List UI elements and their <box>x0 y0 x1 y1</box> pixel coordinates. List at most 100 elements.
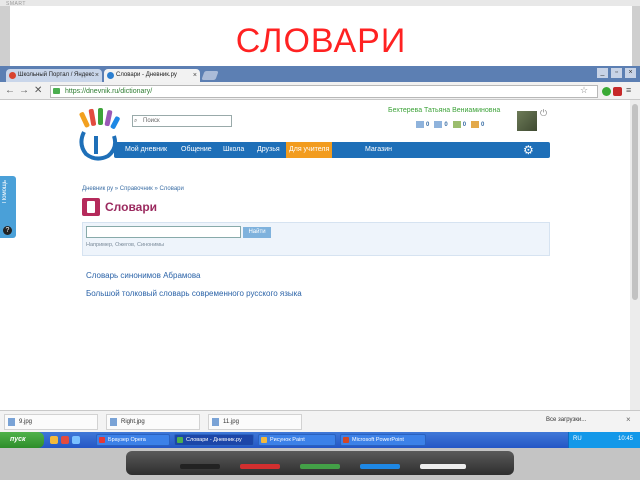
events-icon <box>471 121 480 128</box>
taskbar-item-browser[interactable]: Словари - Дневник.ру <box>174 434 254 446</box>
browser-toolbar: ← → ✕ https://dnevnik.ru/dictionary/ ☆ ≡ <box>0 82 640 100</box>
help-question-icon: ? <box>3 226 12 235</box>
friends-counter[interactable]: 0 <box>452 121 467 128</box>
task-label: Браузер Opera <box>108 437 146 443</box>
invites-icon <box>434 121 443 128</box>
counter-value: 0 <box>444 121 448 128</box>
counter-value: 0 <box>426 121 430 128</box>
maximize-button[interactable]: ▫ <box>611 68 622 78</box>
slide-title: СЛОВАРИ <box>235 22 407 60</box>
black-pen[interactable] <box>180 464 220 469</box>
tab-close-icon[interactable]: × <box>95 69 99 82</box>
lock-icon <box>53 88 60 94</box>
site-search-input[interactable]: Поиск <box>132 115 232 127</box>
download-item[interactable]: Right.jpg <box>106 414 200 430</box>
counter-value: 0 <box>481 121 485 128</box>
notification-counters: 0 0 0 0 <box>416 121 484 128</box>
green-pen[interactable] <box>300 464 340 469</box>
start-button[interactable]: пуск <box>0 432 44 448</box>
windows-taskbar: пуск Браузер Opera Словари - Дневник.ру … <box>0 432 640 448</box>
browser-tabstrip: Школьный Портал / Яндекс × Словари - Дне… <box>0 66 640 82</box>
close-downloads-icon[interactable]: × <box>626 415 631 424</box>
show-all-downloads-link[interactable]: Все загрузки... <box>546 417 586 423</box>
download-item[interactable]: 11.jpg <box>208 414 302 430</box>
friends-icon <box>452 121 461 128</box>
breadcrumb[interactable]: Дневник ру » Справочник » Словари <box>82 186 184 192</box>
help-label: Помощь <box>2 180 8 204</box>
main-navigation: Мой дневник Общение Школа Друзья Для учи… <box>114 142 550 158</box>
help-tab[interactable]: Помощь ? <box>0 176 16 238</box>
quick-launch-icon[interactable] <box>50 436 58 444</box>
nav-shop[interactable]: Магазин <box>362 142 395 158</box>
tab-dictionaries[interactable]: Словари - Дневник.ру × <box>104 69 200 82</box>
language-indicator[interactable]: RU <box>573 436 582 442</box>
quick-launch-icon[interactable] <box>72 436 80 444</box>
user-name-link[interactable]: Бехтерева Татьяна Вениаминовна <box>388 107 500 114</box>
clock: 10:45 <box>618 436 634 442</box>
red-pen[interactable] <box>240 464 280 469</box>
task-label: Словари - Дневник.ру <box>186 437 242 443</box>
search-icon: ⌕ <box>134 118 138 124</box>
forward-arrow-icon[interactable]: → <box>19 85 29 97</box>
logout-power-icon[interactable]: ⏻ <box>540 108 547 119</box>
events-counter[interactable]: 0 <box>471 121 484 128</box>
paint-icon <box>261 437 267 443</box>
taskbar-item-powerpoint[interactable]: Microsoft PowerPoint <box>340 434 426 446</box>
nav-communication[interactable]: Общение <box>178 142 215 158</box>
minimize-button[interactable]: _ <box>597 68 608 78</box>
close-window-button[interactable]: × <box>625 68 636 78</box>
chrome-icon <box>177 437 183 443</box>
messages-counter[interactable]: 0 <box>416 121 429 128</box>
task-label: Рисунок Paint <box>270 437 305 443</box>
loading-spinner-icon <box>107 72 114 79</box>
nav-for-teacher[interactable]: Для учителя <box>286 142 333 158</box>
new-tab-button[interactable] <box>201 71 219 80</box>
nav-friends[interactable]: Друзья <box>254 142 283 158</box>
tab-yandex[interactable]: Школьный Портал / Яндекс × <box>6 69 102 82</box>
window-controls: _ ▫ × <box>597 68 636 78</box>
search-hint: Например, Ожегов, Синонимы <box>86 242 165 248</box>
back-arrow-icon[interactable]: ← <box>5 85 15 97</box>
presentation-slide: СЛОВАРИ <box>10 6 632 66</box>
counter-value: 0 <box>462 121 467 128</box>
dictionary-link-explanatory[interactable]: Большой толковый словарь современного ру… <box>86 289 302 298</box>
powerpoint-icon <box>343 437 349 443</box>
quick-launch-icon[interactable] <box>61 436 69 444</box>
taskbar-item-paint[interactable]: Рисунок Paint <box>258 434 336 446</box>
find-button[interactable]: Найти <box>243 227 271 238</box>
download-filename: 11.jpg <box>223 419 239 425</box>
menu-icon[interactable]: ≡ <box>626 85 631 95</box>
book-icon <box>82 198 100 216</box>
task-label: Microsoft PowerPoint <box>352 437 404 443</box>
image-file-icon <box>110 418 117 426</box>
taskbar-item-opera[interactable]: Браузер Opera <box>96 434 170 446</box>
bookmark-star-icon[interactable]: ☆ <box>580 85 588 96</box>
blue-pen[interactable] <box>360 464 400 469</box>
screen: SMART СЛОВАРИ Школьный Портал / Яндекс ×… <box>0 0 640 480</box>
messages-icon <box>416 121 424 128</box>
download-item[interactable]: 9.jpg <box>4 414 98 430</box>
scrollbar-thumb[interactable] <box>632 104 638 300</box>
nav-my-diary[interactable]: Мой дневник <box>122 142 170 158</box>
nav-school[interactable]: Школа <box>220 142 247 158</box>
page-title: Словари <box>105 200 158 214</box>
download-filename: 9.jpg <box>19 419 33 425</box>
image-file-icon <box>8 418 15 426</box>
tab-label: Словари - Дневник.ру <box>116 72 177 78</box>
dictionary-search-input[interactable] <box>86 226 241 238</box>
tab-label: Школьный Портал / Яндекс <box>18 72 95 78</box>
gear-icon[interactable]: ⚙ <box>523 143 534 157</box>
invites-counter[interactable]: 0 <box>434 121 448 128</box>
yandex-favicon-icon <box>9 72 16 79</box>
eraser[interactable] <box>420 464 466 469</box>
dictionary-link-synonyms[interactable]: Словарь синонимов Абрамова <box>86 271 200 280</box>
extension-icon[interactable] <box>613 87 622 96</box>
address-bar[interactable]: https://dnevnik.ru/dictionary/ <box>50 85 598 98</box>
pen-tray <box>126 451 514 475</box>
stop-loading-icon[interactable]: ✕ <box>34 85 42 97</box>
extension-icon[interactable] <box>602 87 611 96</box>
image-file-icon <box>212 418 219 426</box>
avatar[interactable] <box>517 111 537 131</box>
tab-close-icon[interactable]: × <box>193 69 197 82</box>
downloads-shelf: 9.jpg Right.jpg 11.jpg Все загрузки... × <box>0 410 640 432</box>
